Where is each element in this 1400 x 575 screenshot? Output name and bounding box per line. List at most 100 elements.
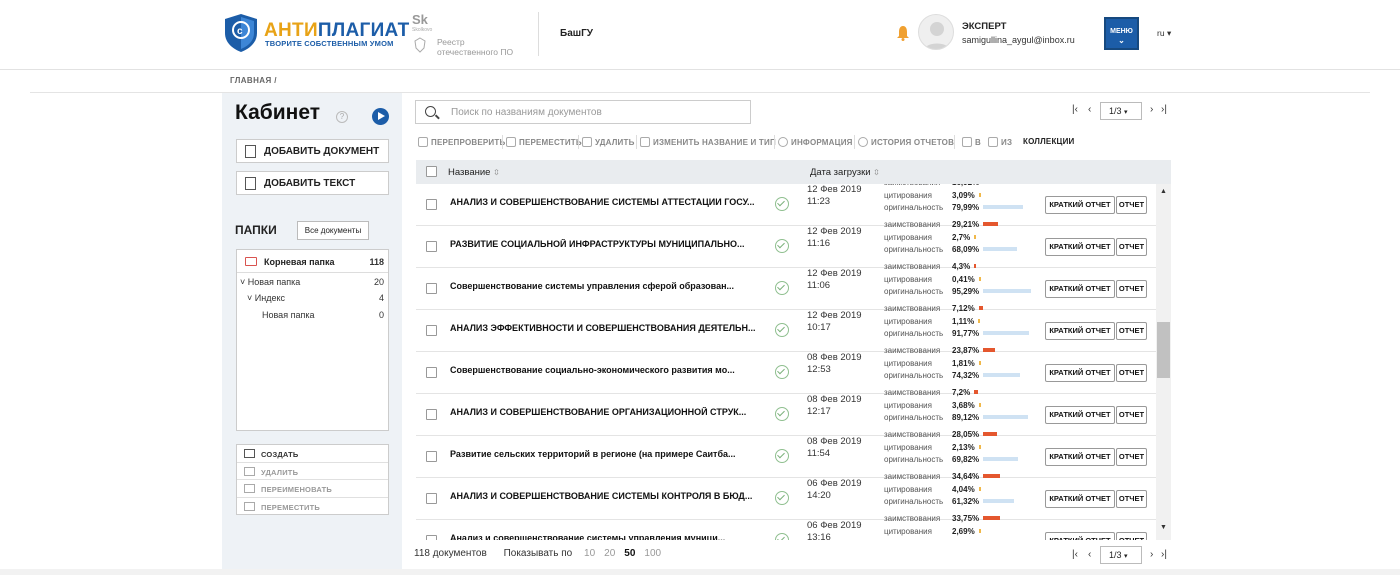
short-report-button[interactable]: КРАТКИЙ ОТЧЕТ <box>1045 280 1115 298</box>
rename-folder-button[interactable]: ПЕРЕИМЕНОВАТЬ <box>237 480 388 498</box>
report-button[interactable]: ОТЧЕТ <box>1116 532 1147 540</box>
row-checkbox[interactable] <box>426 325 437 336</box>
move-folder-button[interactable]: ПЕРЕМЕСТИТЬ <box>237 498 388 516</box>
report-button[interactable]: ОТЧЕТ <box>1116 448 1147 466</box>
help-icon[interactable]: ? <box>336 111 348 123</box>
page-size-10[interactable]: 10 <box>584 548 595 559</box>
short-report-button[interactable]: КРАТКИЙ ОТЧЕТ <box>1045 448 1115 466</box>
create-folder-button[interactable]: СОЗДАТЬ <box>237 445 388 463</box>
row-checkbox[interactable] <box>426 283 437 294</box>
recheck-button[interactable]: ПЕРЕПРОВЕРИТЬ <box>418 137 505 147</box>
row-checkbox[interactable] <box>426 451 437 462</box>
report-button[interactable]: ОТЧЕТ <box>1116 238 1147 256</box>
document-title[interactable]: Совершенствование социально-экономическо… <box>450 365 756 375</box>
document-title[interactable]: Развитие сельских территорий в регионе (… <box>450 449 756 459</box>
first-page-icon[interactable]: |‹ <box>1072 104 1078 115</box>
short-report-button[interactable]: КРАТКИЙ ОТЧЕТ <box>1045 196 1115 214</box>
scroll-down-icon[interactable]: ▼ <box>1160 524 1167 531</box>
document-title[interactable]: АНАЛИЗ ЭФФЕКТИВНОСТИ И СОВЕРШЕНСТВОВАНИЯ… <box>450 323 756 333</box>
short-report-button[interactable]: КРАТКИЙ ОТЧЕТ <box>1045 406 1115 424</box>
tree-item-new-folder-nested[interactable]: Новая папка 0 <box>262 310 388 320</box>
sort-by-name[interactable]: Название ⇳ <box>448 167 500 178</box>
scroll-up-icon[interactable]: ▲ <box>1160 188 1167 195</box>
row-checkbox[interactable] <box>426 199 437 210</box>
table-row[interactable]: АНАЛИЗ И СОВЕРШЕНСТВОВАНИЕ СИСТЕМЫ КОНТР… <box>416 472 1156 520</box>
tree-item-root[interactable]: Корневая папка 118 <box>237 250 388 273</box>
all-documents-button[interactable]: Все документы <box>297 221 369 240</box>
table-row[interactable]: АНАЛИЗ И СОВЕРШЕНСТВОВАНИЕ ОРГАНИЗАЦИОНН… <box>416 388 1156 436</box>
prev-page-icon[interactable]: ‹ <box>1088 104 1091 115</box>
report-button[interactable]: ОТЧЕТ <box>1116 322 1147 340</box>
history-button[interactable]: ИСТОРИЯ ОТЧЕТОВ <box>858 137 954 147</box>
check-stats: заимствования 29,21% цитирования 2,7% оригин… <box>884 219 1018 257</box>
page-size-100[interactable]: 100 <box>644 548 661 559</box>
next-page-icon[interactable]: › <box>1150 549 1153 560</box>
page-select[interactable]: 1/3 ▾ <box>1100 546 1142 564</box>
svg-text:c: c <box>237 26 243 37</box>
report-button[interactable]: ОТЧЕТ <box>1116 490 1147 508</box>
play-icon[interactable] <box>372 108 389 125</box>
row-checkbox[interactable] <box>426 409 437 420</box>
row-checkbox[interactable] <box>426 241 437 252</box>
add-to-collection-button[interactable]: В <box>962 137 981 147</box>
table-row[interactable]: Развитие сельских территорий в регионе (… <box>416 430 1156 478</box>
language-select[interactable]: ru ▾ <box>1157 28 1171 39</box>
add-text-button[interactable]: ДОБАВИТЬ ТЕКСТ <box>236 171 389 195</box>
time-value: 10:17 <box>807 322 831 333</box>
row-checkbox[interactable] <box>426 367 437 378</box>
scroll-thumb[interactable] <box>1157 322 1170 378</box>
document-title[interactable]: РАЗВИТИЕ СОЦИАЛЬНОЙ ИНФРАСТРУКТУРЫ МУНИЦ… <box>450 239 756 249</box>
page-size-20[interactable]: 20 <box>604 548 615 559</box>
page-select[interactable]: 1/3 ▾ <box>1100 102 1142 120</box>
scrollbar[interactable]: ▲ ▼ <box>1156 184 1171 540</box>
short-report-button[interactable]: КРАТКИЙ ОТЧЕТ <box>1045 238 1115 256</box>
tree-item-index[interactable]: ˅ Индекс 4 <box>247 293 388 303</box>
row-checkbox[interactable] <box>426 535 437 540</box>
report-button[interactable]: ОТЧЕТ <box>1116 280 1147 298</box>
report-button[interactable]: ОТЧЕТ <box>1116 364 1147 382</box>
document-title[interactable]: Анализ и совершенствование системы управ… <box>450 533 756 540</box>
page-value: 1/3 <box>1109 550 1122 560</box>
table-row[interactable]: РАЗВИТИЕ СОЦИАЛЬНОЙ ИНФРАСТРУКТУРЫ МУНИЦ… <box>416 220 1156 268</box>
shield-logo-icon[interactable]: c <box>224 13 258 53</box>
short-report-button[interactable]: КРАТКИЙ ОТЧЕТ <box>1045 532 1115 540</box>
document-title[interactable]: АНАЛИЗ И СОВЕРШЕНСТВОВАНИЕ СИСТЕМЫ АТТЕС… <box>450 197 756 207</box>
sort-by-date[interactable]: Дата загрузки ⇳ <box>810 167 880 178</box>
short-report-button[interactable]: КРАТКИЙ ОТЧЕТ <box>1045 322 1115 340</box>
next-page-icon[interactable]: › <box>1150 104 1153 115</box>
delete-button[interactable]: УДАЛИТЬ <box>582 137 635 147</box>
avatar[interactable] <box>918 14 954 50</box>
table-row[interactable]: Совершенствование социально-экономическо… <box>416 346 1156 394</box>
document-title[interactable]: Совершенствование системы управления сфе… <box>450 281 756 291</box>
report-button[interactable]: ОТЧЕТ <box>1116 196 1147 214</box>
search-input[interactable]: Поиск по названиям документов <box>415 100 751 124</box>
report-button[interactable]: ОТЧЕТ <box>1116 406 1147 424</box>
text-icon <box>245 177 256 190</box>
remove-from-collection-button[interactable]: ИЗ <box>988 137 1012 147</box>
row-checkbox[interactable] <box>426 493 437 504</box>
document-title[interactable]: АНАЛИЗ И СОВЕРШЕНСТВОВАНИЕ СИСТЕМЫ КОНТР… <box>450 491 756 501</box>
select-all-checkbox[interactable] <box>426 166 437 177</box>
table-row[interactable]: АНАЛИЗ ЭФФЕКТИВНОСТИ И СОВЕРШЕНСТВОВАНИЯ… <box>416 304 1156 352</box>
tree-item-new-folder[interactable]: ˅ Новая папка 20 <box>240 277 388 287</box>
short-report-button[interactable]: КРАТКИЙ ОТЧЕТ <box>1045 490 1115 508</box>
cite-bar <box>978 486 981 491</box>
page-size-50[interactable]: 50 <box>624 548 635 559</box>
last-page-icon[interactable]: ›| <box>1161 104 1167 115</box>
table-row[interactable]: АНАЛИЗ И СОВЕРШЕНСТВОВАНИЕ СИСТЕМЫ АТТЕС… <box>416 184 1156 226</box>
table-row[interactable]: Анализ и совершенствование системы управ… <box>416 514 1156 540</box>
info-button[interactable]: ИНФОРМАЦИЯ <box>778 137 853 147</box>
add-document-button[interactable]: ДОБАВИТЬ ДОКУМЕНТ <box>236 139 389 163</box>
document-title[interactable]: АНАЛИЗ И СОВЕРШЕНСТВОВАНИЕ ОРГАНИЗАЦИОНН… <box>450 407 756 417</box>
last-page-icon[interactable]: ›| <box>1161 549 1167 560</box>
bell-icon[interactable] <box>896 25 910 41</box>
move-button[interactable]: ПЕРЕМЕСТИТЬ <box>506 137 582 147</box>
table-row[interactable]: Совершенствование системы управления сфе… <box>416 262 1156 310</box>
menu-button[interactable]: МЕНЮ ⌄ <box>1104 17 1139 50</box>
breadcrumb[interactable]: ГЛАВНАЯ / <box>230 76 277 85</box>
rename-button[interactable]: ИЗМЕНИТЬ НАЗВАНИЕ И ТИП <box>640 137 776 147</box>
first-page-icon[interactable]: |‹ <box>1072 549 1078 560</box>
prev-page-icon[interactable]: ‹ <box>1088 549 1091 560</box>
short-report-button[interactable]: КРАТКИЙ ОТЧЕТ <box>1045 364 1115 382</box>
delete-folder-button[interactable]: УДАЛИТЬ <box>237 463 388 480</box>
